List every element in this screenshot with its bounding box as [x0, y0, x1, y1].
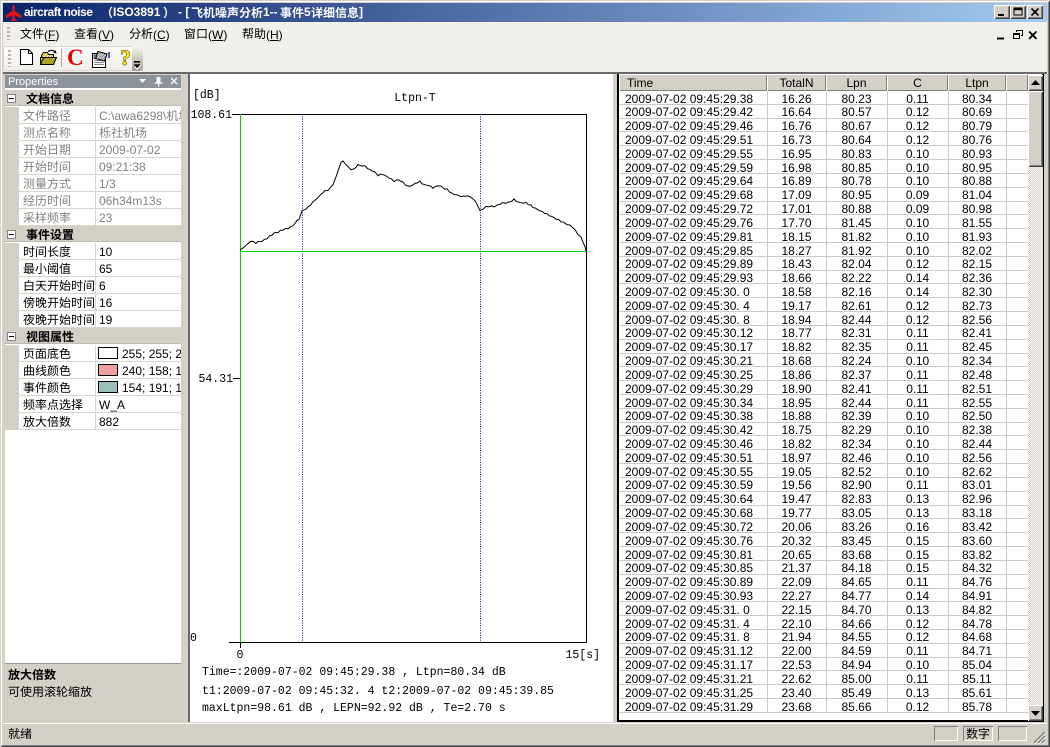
svg-text:0: 0	[237, 649, 244, 662]
svg-text:0: 0	[190, 632, 197, 645]
svg-text:Ltpn-T: Ltpn-T	[394, 92, 436, 105]
svg-text:t1:2009-07-02 09:45:32. 4 t2:2: t1:2009-07-02 09:45:32. 4 t2:2009-07-02 …	[202, 685, 554, 698]
svg-text:15[s]: 15[s]	[565, 649, 600, 662]
svg-text:Time=:2009-07-02 09:45:29.38 ,: Time=:2009-07-02 09:45:29.38 , Ltpn=80.3…	[202, 666, 506, 679]
svg-text:[dB]: [dB]	[193, 89, 221, 102]
svg-text:maxLtpn=98.61 dB , LEPN=92.92: maxLtpn=98.61 dB , LEPN=92.92 dB , Te=2.…	[202, 702, 506, 715]
svg-text:108.61: 108.61	[191, 109, 233, 122]
svg-text:?: ?	[120, 47, 131, 69]
svg-text:54.31: 54.31	[198, 373, 233, 386]
